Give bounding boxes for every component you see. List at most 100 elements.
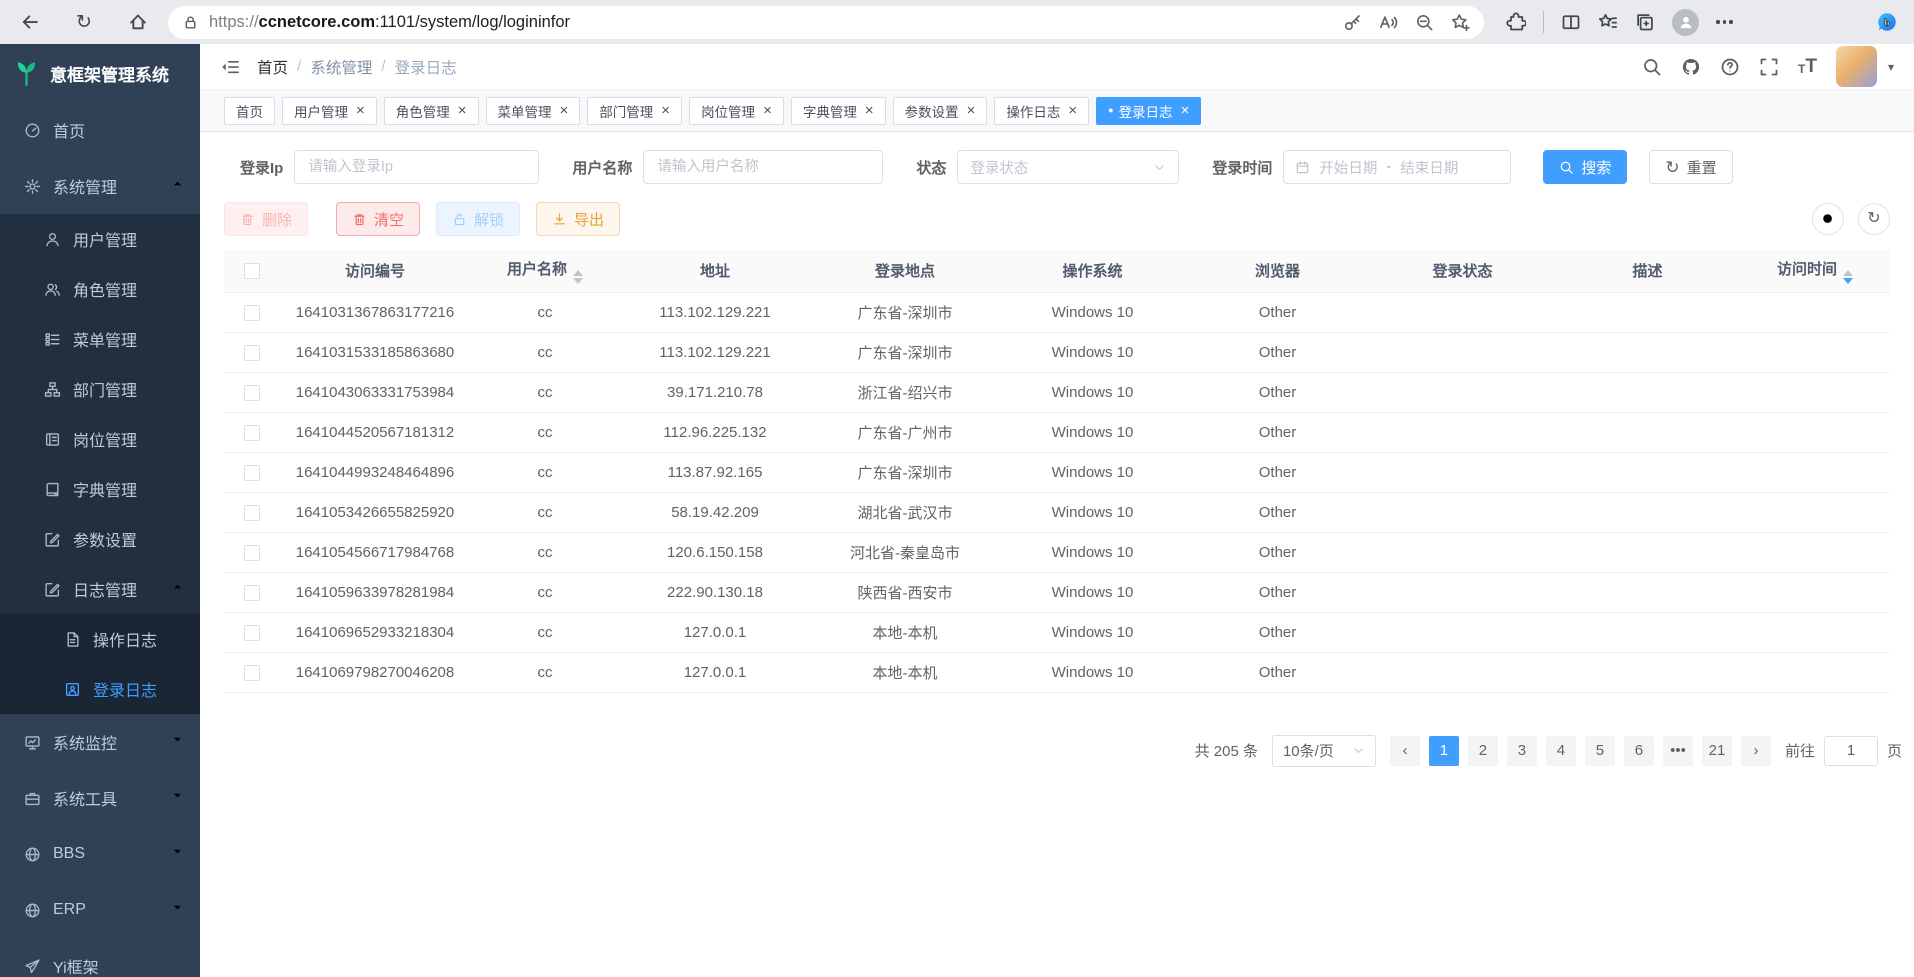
browser-profile-avatar[interactable] — [1672, 9, 1699, 36]
sidebar-item-erp[interactable]: ERP — [0, 882, 200, 938]
page-button[interactable]: 2 — [1468, 736, 1498, 766]
delete-button[interactable]: 删除 — [224, 202, 308, 236]
sidebar-item-system-mgmt[interactable]: 系统管理 — [0, 158, 200, 214]
split-screen-icon[interactable] — [1561, 12, 1581, 32]
sidebar-collapse-icon[interactable] — [220, 57, 240, 77]
tab[interactable]: 参数设置 × — [893, 97, 988, 125]
tab[interactable]: 字典管理 × — [791, 97, 886, 125]
login-ip-input[interactable] — [294, 150, 539, 184]
select-all-header[interactable] — [224, 250, 280, 292]
page-button[interactable]: ••• — [1663, 736, 1693, 766]
page-size-select[interactable]: 10条/页 — [1272, 735, 1376, 767]
collections-icon[interactable] — [1635, 12, 1655, 32]
col-user-name[interactable]: 用户名称 — [470, 250, 620, 292]
page-button[interactable]: 21 — [1702, 736, 1732, 766]
sidebar-item-home[interactable]: 首页 — [0, 102, 200, 158]
extensions-icon[interactable] — [1506, 12, 1526, 32]
select-all-checkbox[interactable] — [244, 263, 260, 279]
tab[interactable]: 菜单管理 × — [486, 97, 581, 125]
row-checkbox[interactable] — [244, 585, 260, 601]
reload-icon[interactable]: ↻ — [66, 4, 102, 40]
row-checkbox[interactable] — [244, 385, 260, 401]
col-visit-time[interactable]: 访问时间 — [1740, 250, 1890, 292]
sidebar-item-log-mgmt[interactable]: 日志管理 — [0, 564, 200, 614]
breadcrumb-system[interactable]: 系统管理 — [310, 56, 372, 78]
zoom-out-icon[interactable] — [1415, 13, 1434, 32]
sidebar-item-system-monitor[interactable]: 系统监控 — [0, 714, 200, 770]
sidebar-item-user-mgmt[interactable]: 用户管理 — [0, 214, 200, 264]
sidebar-item-dept-mgmt[interactable]: 部门管理 — [0, 364, 200, 414]
tab-close-icon[interactable]: × — [560, 103, 569, 118]
tab[interactable]: 岗位管理 × — [689, 97, 784, 125]
password-key-icon[interactable] — [1343, 13, 1362, 32]
user-name-input[interactable] — [643, 150, 883, 184]
sidebar-item-post-mgmt[interactable]: 岗位管理 — [0, 414, 200, 464]
read-aloud-icon[interactable] — [1379, 13, 1398, 32]
row-checkbox[interactable] — [244, 545, 260, 561]
search-icon[interactable] — [1642, 57, 1662, 77]
tab-close-icon[interactable]: × — [865, 103, 874, 118]
sidebar-item-yi-framework[interactable]: Yi框架 — [0, 938, 200, 977]
row-checkbox[interactable] — [244, 305, 260, 321]
tab-close-icon[interactable]: × — [967, 103, 976, 118]
tab[interactable]: 用户管理 × — [282, 97, 377, 125]
page-button[interactable]: › — [1741, 736, 1771, 766]
fullscreen-icon[interactable] — [1759, 57, 1779, 77]
row-checkbox[interactable] — [244, 505, 260, 521]
unlock-button[interactable]: 解锁 — [436, 202, 520, 236]
sidebar-item-dict-mgmt[interactable]: 字典管理 — [0, 464, 200, 514]
row-checkbox[interactable] — [244, 665, 260, 681]
sidebar-item-login-log[interactable]: 登录日志 — [0, 664, 200, 714]
site-lock-icon[interactable] — [182, 14, 199, 31]
sidebar-item-role-mgmt[interactable]: 角色管理 — [0, 264, 200, 314]
tab[interactable]: 部门管理 × — [587, 97, 682, 125]
page-button[interactable]: 1 — [1429, 736, 1459, 766]
address-bar[interactable]: https://ccnetcore.com:1101/system/log/lo… — [168, 6, 1484, 39]
page-button[interactable]: 5 — [1585, 736, 1615, 766]
bing-copilot-icon[interactable]: b — [1871, 7, 1902, 38]
clear-button[interactable]: 清空 — [336, 202, 420, 236]
favorites-icon[interactable] — [1598, 12, 1618, 32]
sort-icon[interactable] — [1843, 270, 1853, 284]
reset-button[interactable]: ↻ 重置 — [1649, 150, 1732, 184]
sidebar-item-system-tools[interactable]: 系统工具 — [0, 770, 200, 826]
search-button[interactable]: 搜索 — [1543, 150, 1627, 184]
goto-page-input[interactable] — [1824, 736, 1878, 766]
date-range-picker[interactable]: 开始日期 - 结束日期 — [1283, 150, 1511, 184]
row-checkbox[interactable] — [244, 345, 260, 361]
row-checkbox[interactable] — [244, 425, 260, 441]
tab-close-icon[interactable]: × — [661, 103, 670, 118]
row-checkbox[interactable] — [244, 625, 260, 641]
tab[interactable]: ● 登录日志 × — [1096, 97, 1201, 125]
tab-close-icon[interactable]: × — [1181, 103, 1190, 118]
tab[interactable]: 角色管理 × — [384, 97, 479, 125]
page-button[interactable]: 4 — [1546, 736, 1576, 766]
refresh-table-button[interactable]: ↻ — [1858, 203, 1890, 235]
favorite-add-icon[interactable] — [1451, 13, 1470, 32]
more-icon[interactable] — [1716, 20, 1733, 24]
row-checkbox[interactable] — [244, 465, 260, 481]
tab-close-icon[interactable]: × — [1068, 103, 1077, 118]
sidebar-item-menu-mgmt[interactable]: 菜单管理 — [0, 314, 200, 364]
page-button[interactable]: ‹ — [1390, 736, 1420, 766]
page-button[interactable]: 6 — [1624, 736, 1654, 766]
help-icon[interactable] — [1720, 57, 1740, 77]
tab-close-icon[interactable]: × — [458, 103, 467, 118]
tab[interactable]: 首页 — [224, 97, 275, 125]
sort-icon[interactable] — [573, 270, 583, 284]
breadcrumb-home[interactable]: 首页 — [257, 56, 288, 78]
tab[interactable]: 操作日志 × — [994, 97, 1089, 125]
back-icon[interactable] — [12, 4, 48, 40]
sidebar-item-bbs[interactable]: BBS — [0, 826, 200, 882]
toggle-search-button[interactable] — [1812, 203, 1844, 235]
tab-close-icon[interactable]: × — [356, 103, 365, 118]
github-icon[interactable] — [1681, 57, 1701, 77]
user-avatar[interactable] — [1836, 46, 1877, 87]
caret-down-icon[interactable]: ▾ — [1888, 60, 1894, 74]
font-size-icon[interactable]: TT — [1798, 57, 1817, 76]
status-select[interactable]: 登录状态 — [957, 150, 1179, 184]
sidebar-item-operation-log[interactable]: 操作日志 — [0, 614, 200, 664]
home-icon[interactable] — [120, 4, 156, 40]
page-button[interactable]: 3 — [1507, 736, 1537, 766]
sidebar-item-param-settings[interactable]: 参数设置 — [0, 514, 200, 564]
